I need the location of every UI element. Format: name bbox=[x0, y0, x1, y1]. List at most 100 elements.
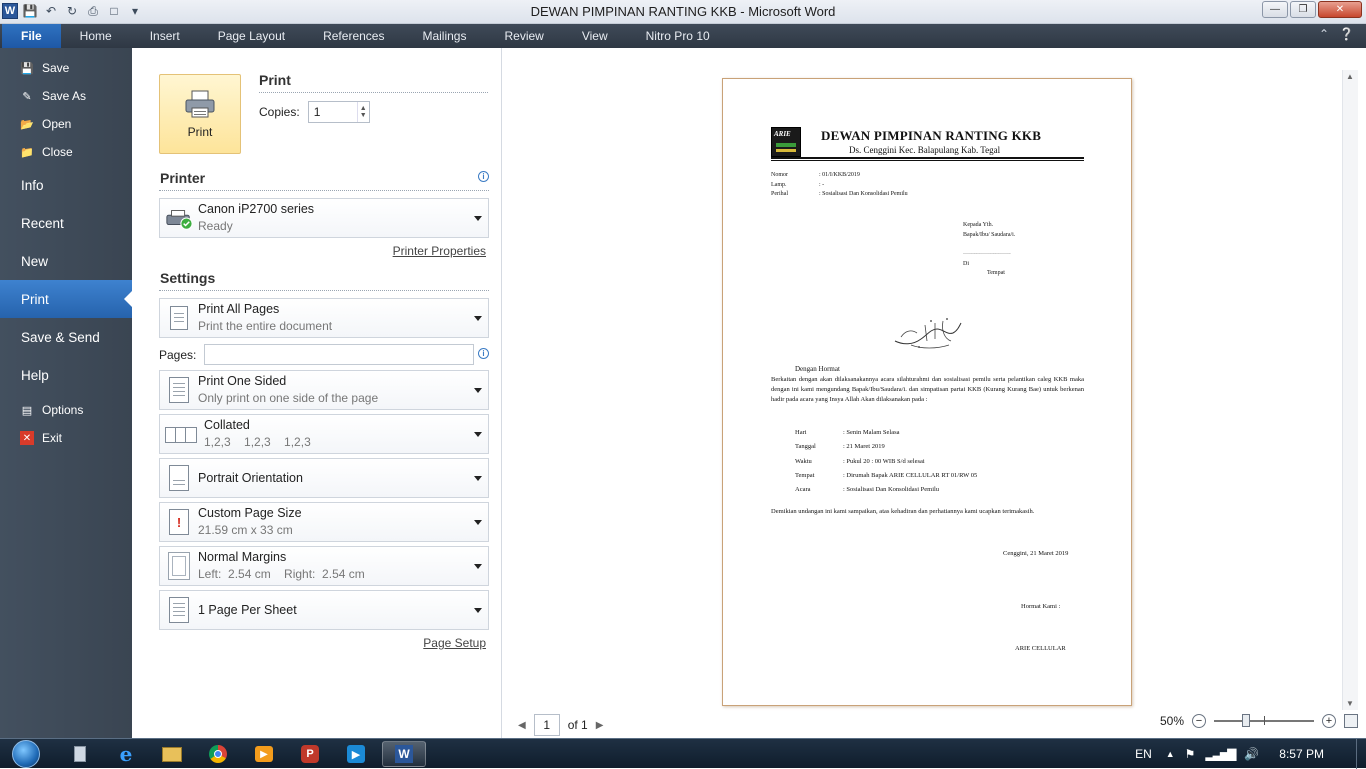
copies-control: Copies: 1 ▲ ▼ bbox=[259, 101, 370, 123]
printer-device-icon bbox=[165, 202, 193, 234]
copies-down-icon[interactable]: ▼ bbox=[360, 112, 367, 119]
printer-info-icon[interactable]: i bbox=[478, 171, 489, 182]
zoom-in-icon[interactable]: + bbox=[1322, 714, 1336, 728]
pages-input[interactable] bbox=[204, 344, 475, 365]
zoom-out-icon[interactable]: − bbox=[1192, 714, 1206, 728]
printer-properties-link[interactable]: Printer Properties bbox=[393, 244, 486, 258]
page-size-select[interactable]: ! Custom Page Size 21.59 cm x 33 cm bbox=[159, 502, 489, 542]
nav-save[interactable]: 💾 Save bbox=[0, 54, 132, 82]
collation-select[interactable]: Collated 1,2,3 1,2,3 1,2,3 bbox=[159, 414, 489, 454]
previous-page-icon[interactable]: ◀ bbox=[518, 720, 526, 731]
print-button-label: Print bbox=[187, 125, 213, 139]
chevron-down-icon bbox=[474, 215, 482, 221]
nav-open[interactable]: 📂 Open bbox=[0, 110, 132, 138]
video-player-taskbar-icon[interactable]: ▶ bbox=[334, 741, 378, 767]
printer-select[interactable]: Canon iP2700 series Ready bbox=[159, 198, 489, 238]
current-page-input[interactable]: 1 bbox=[533, 714, 560, 736]
tab-home[interactable]: Home bbox=[61, 24, 131, 48]
tab-mailings[interactable]: Mailings bbox=[403, 24, 485, 48]
divider bbox=[159, 190, 489, 191]
show-hidden-icons-icon[interactable]: ▲ bbox=[1166, 749, 1175, 759]
zoom-slider-thumb[interactable] bbox=[1242, 714, 1250, 727]
network-signal-icon[interactable]: ▂▃▅▇ bbox=[1205, 747, 1236, 761]
nav-recent[interactable]: Recent bbox=[0, 204, 132, 242]
nav-open-label: Open bbox=[42, 117, 72, 131]
nav-options[interactable]: ▤ Options bbox=[0, 396, 132, 424]
zoom-to-page-icon[interactable] bbox=[1344, 714, 1358, 728]
tab-file[interactable]: File bbox=[2, 24, 61, 48]
margins-select[interactable]: Normal Margins Left: 2.54 cm Right: 2.54 … bbox=[159, 546, 489, 586]
print-button[interactable]: Print bbox=[159, 74, 241, 154]
nav-save-label: Save bbox=[42, 61, 70, 75]
nav-save-as[interactable]: ✎ Save As bbox=[0, 82, 132, 110]
print-range-select[interactable]: Print All Pages Print the entire document bbox=[159, 298, 489, 338]
detail-value: : Pukul 20 : 00 WIB S/d selesai bbox=[843, 457, 925, 465]
preview-scrollbar[interactable]: ▲ ▼ bbox=[1342, 70, 1358, 710]
scroll-down-icon[interactable]: ▼ bbox=[1346, 699, 1354, 708]
margins-icon bbox=[165, 550, 193, 582]
letter-address: Ds. Cenggini Kec. Balapulang Kab. Tegal bbox=[849, 145, 1001, 155]
exit-icon: ✕ bbox=[20, 431, 34, 445]
detail-key: Tanggal bbox=[795, 443, 816, 451]
copies-up-icon[interactable]: ▲ bbox=[360, 105, 367, 112]
document-page-preview: ARIE DEWAN PIMPINAN RANTING KKB Ds. Ceng… bbox=[722, 78, 1132, 706]
tab-nitro-pro[interactable]: Nitro Pro 10 bbox=[627, 24, 729, 48]
letterhead-rule bbox=[771, 157, 1084, 159]
scroll-up-icon[interactable]: ▲ bbox=[1346, 72, 1354, 81]
page-setup-link[interactable]: Page Setup bbox=[423, 636, 486, 650]
minimize-ribbon-icon[interactable]: ⌃ bbox=[1319, 27, 1329, 41]
letter-heading: DEWAN PIMPINAN RANTING KKB bbox=[821, 128, 1042, 143]
settings-section-title: Settings bbox=[160, 270, 216, 286]
pages-label: Pages: bbox=[159, 347, 197, 362]
detail-key: Waktu bbox=[795, 457, 812, 465]
nav-close[interactable]: 📁 Close bbox=[0, 138, 132, 166]
nav-exit[interactable]: ✕ Exit bbox=[0, 424, 132, 452]
copies-value: 1 bbox=[313, 105, 321, 119]
sides-select[interactable]: Print One Sided Only print on one side of… bbox=[159, 370, 489, 410]
tab-page-layout[interactable]: Page Layout bbox=[199, 24, 304, 48]
nav-help[interactable]: Help bbox=[0, 356, 132, 394]
tab-insert[interactable]: Insert bbox=[131, 24, 199, 48]
clock[interactable]: 8:57 PM bbox=[1279, 747, 1324, 761]
zoom-level[interactable]: 50% bbox=[1160, 714, 1184, 728]
tab-review[interactable]: Review bbox=[485, 24, 562, 48]
orientation-select[interactable]: Portrait Orientation bbox=[159, 458, 489, 498]
action-center-flag-icon[interactable]: ⚑ bbox=[1185, 747, 1196, 761]
file-explorer-taskbar-icon[interactable] bbox=[150, 741, 194, 767]
zoom-control: 50% − + bbox=[1160, 714, 1358, 728]
nav-save-and-send[interactable]: Save & Send bbox=[0, 318, 132, 356]
divider bbox=[159, 290, 489, 291]
show-desktop-button[interactable] bbox=[1356, 739, 1366, 769]
chrome-taskbar-icon[interactable] bbox=[196, 741, 240, 767]
recipient-line: ........................................… bbox=[963, 251, 1011, 256]
word-taskbar-icon[interactable]: W bbox=[382, 741, 426, 767]
options-icon: ▤ bbox=[21, 404, 33, 417]
close-window-button[interactable]: ✕ bbox=[1318, 1, 1362, 18]
nav-print[interactable]: Print bbox=[0, 280, 132, 318]
copies-stepper[interactable]: 1 ▲ ▼ bbox=[307, 101, 370, 123]
restore-button[interactable]: ❐ bbox=[1290, 1, 1316, 18]
nitro-pdf-taskbar-icon[interactable]: P bbox=[288, 741, 332, 767]
open-folder-icon: 📂 bbox=[20, 118, 34, 131]
pages-info-icon[interactable]: i bbox=[478, 348, 489, 359]
pages-per-sheet-select[interactable]: 1 Page Per Sheet bbox=[159, 590, 489, 630]
minimize-button[interactable]: — bbox=[1262, 1, 1288, 18]
volume-icon[interactable]: 🔊 bbox=[1244, 747, 1259, 761]
tab-references[interactable]: References bbox=[304, 24, 403, 48]
nav-new[interactable]: New bbox=[0, 242, 132, 280]
nav-info[interactable]: Info bbox=[0, 166, 132, 204]
recipient-line: Kepada Yth. bbox=[963, 222, 994, 228]
chevron-down-icon bbox=[474, 475, 482, 481]
calculator-taskbar-icon[interactable] bbox=[58, 741, 102, 767]
meta-key: Lamp. bbox=[771, 181, 787, 188]
tab-view[interactable]: View bbox=[563, 24, 627, 48]
zoom-slider[interactable] bbox=[1214, 714, 1314, 727]
media-player-taskbar-icon[interactable]: ▶ bbox=[242, 741, 286, 767]
internet-explorer-taskbar-icon[interactable]: e bbox=[104, 741, 148, 767]
next-page-icon[interactable]: ▶ bbox=[596, 720, 604, 731]
language-indicator[interactable]: EN bbox=[1135, 747, 1152, 761]
pages-stack-icon bbox=[165, 302, 193, 334]
start-button[interactable] bbox=[8, 739, 44, 769]
meta-value: : Sosialisasi Dan Konsolidasi Pemilu bbox=[819, 191, 908, 197]
help-icon[interactable]: ❔ bbox=[1339, 27, 1354, 41]
